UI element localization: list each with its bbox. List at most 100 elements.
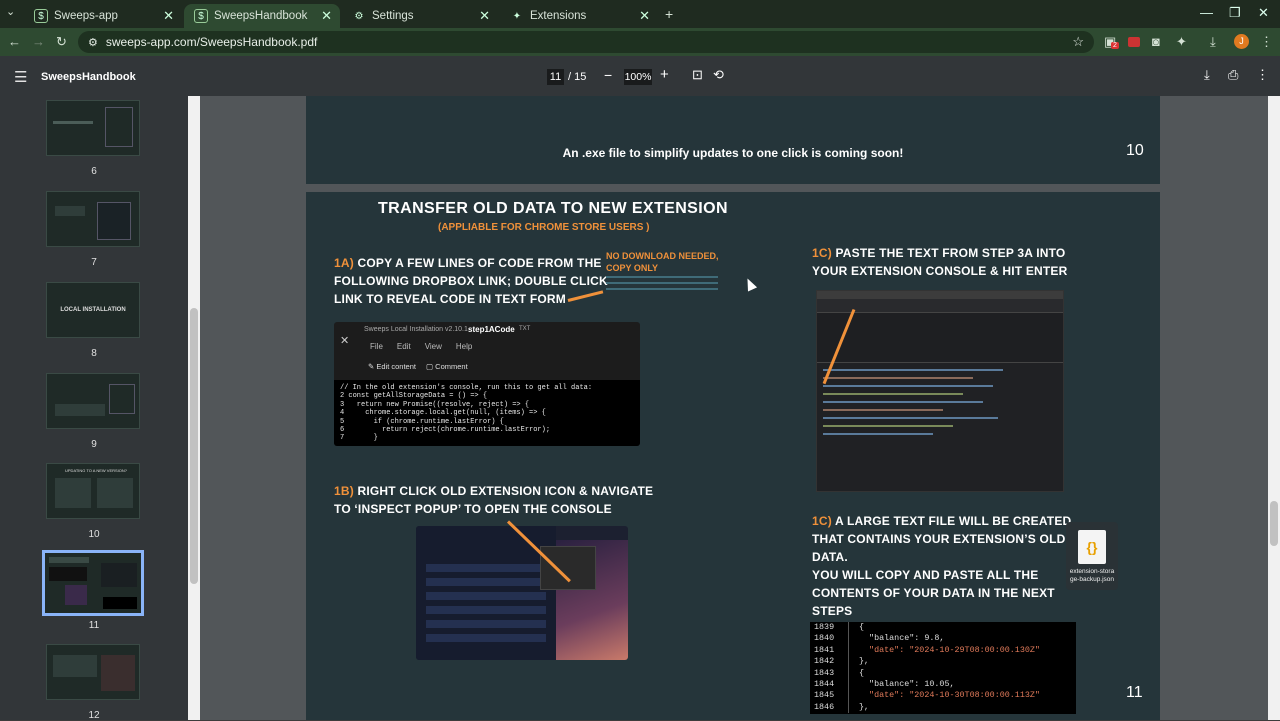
- dropbox-link[interactable]: [606, 272, 718, 298]
- line-number: 1846: [814, 701, 835, 712]
- code-line: 7 }: [340, 434, 378, 443]
- puzzle-icon: ✦: [512, 10, 522, 22]
- maximize-icon[interactable]: ❐: [1229, 5, 1241, 21]
- browser-toolbar: ← → ↻ ⚙ sweeps-app.com/SweepsHandbook.pd…: [0, 28, 1280, 56]
- close-window-icon[interactable]: ✕: [1258, 5, 1269, 21]
- hamburger-menu-icon[interactable]: ☰: [14, 68, 27, 86]
- menu-kebab-icon[interactable]: ⋮: [1260, 34, 1273, 50]
- profile-avatar[interactable]: J: [1234, 34, 1249, 49]
- zoom-input[interactable]: 100%: [624, 69, 652, 85]
- popup-row: [426, 592, 546, 600]
- site-info-icon[interactable]: ⚙: [88, 36, 98, 49]
- thumb-graphic: [55, 404, 105, 416]
- page-total: / 15: [568, 71, 587, 83]
- close-icon: ✕: [340, 335, 350, 347]
- step-line-text: A LARGE TEXT FILE WILL BE CREATED: [831, 514, 1072, 528]
- tab-search-icon[interactable]: ⌄: [6, 5, 15, 18]
- zoom-in-icon[interactable]: +: [660, 66, 669, 83]
- thumb-graphic: [65, 585, 87, 605]
- tab-sweepshandbook[interactable]: $ SweepsHandbook ✕: [184, 4, 340, 28]
- code-line-graphic: [823, 425, 953, 427]
- line-content: "balance": 9.8,: [848, 633, 944, 645]
- close-tab-icon[interactable]: ✕: [321, 8, 332, 24]
- thumb-graphic: [103, 597, 137, 609]
- step-1b-text: 1B) RIGHT CLICK OLD EXTENSION ICON & NAV…: [334, 482, 653, 518]
- sidebar-scrollbar[interactable]: [188, 96, 200, 720]
- record-extension-icon[interactable]: [1128, 37, 1140, 47]
- step-line: FOLLOWING DROPBOX LINK; DOUBLE CLICK: [334, 274, 608, 288]
- pdf-viewer: An .exe file to simplify updates to one …: [200, 96, 1268, 720]
- link-line: [606, 276, 718, 278]
- page-number-input[interactable]: 11: [547, 69, 564, 85]
- thumbnail-page-10[interactable]: UPDATING TO A NEW VERSION?: [46, 463, 140, 519]
- step-1c-text: 1C) PASTE THE TEXT FROM STEP 3A INTO YOU…: [812, 244, 1068, 280]
- popup-row: [426, 606, 546, 614]
- step-line: THAT CONTAINS YOUR EXTENSION’S OLD: [812, 532, 1066, 546]
- tab-settings[interactable]: ⚙ Settings ✕: [342, 4, 498, 28]
- json-line: 1844 "balance": 10.05,: [810, 679, 1076, 691]
- new-tab-icon[interactable]: +: [665, 6, 673, 22]
- thumbnail-page-6[interactable]: [46, 100, 140, 156]
- thumbnail-label: 10: [88, 529, 100, 540]
- thumbnail-page-9[interactable]: [46, 373, 140, 429]
- close-tab-icon[interactable]: ✕: [479, 8, 490, 24]
- rotate-icon[interactable]: ⟲: [713, 67, 724, 83]
- close-tab-icon[interactable]: ✕: [639, 8, 650, 24]
- sidebar-scroll-thumb[interactable]: [190, 308, 198, 584]
- print-icon[interactable]: ⎙: [1228, 67, 1238, 83]
- minimize-icon[interactable]: —: [1200, 5, 1213, 20]
- json-line: 1839 {: [810, 622, 1076, 634]
- thumbnail-page-8[interactable]: LOCAL INSTALLATION: [46, 282, 140, 338]
- step-line: STEPS: [812, 604, 853, 618]
- step-line: 1C) PASTE THE TEXT FROM STEP 3A INTO: [812, 244, 1068, 262]
- address-bar[interactable]: ⚙ sweeps-app.com/SweepsHandbook.pdf ☆: [78, 31, 1094, 53]
- step-line: CONTENTS OF YOUR DATA IN THE NEXT: [812, 586, 1055, 600]
- reload-icon[interactable]: ↻: [56, 34, 67, 50]
- step-line: 1C) A LARGE TEXT FILE WILL BE CREATED: [812, 512, 1071, 530]
- json-line: 1845 "date": "2024-10-30T08:00:00.113Z": [810, 690, 1076, 702]
- thumbnail-page-11-selected[interactable]: [42, 550, 144, 616]
- viewer-scrollbar[interactable]: [1268, 96, 1280, 720]
- step-1a-text: 1A) COPY A FEW LINES OF CODE FROM THE FO…: [334, 254, 608, 308]
- step-line: YOU WILL COPY AND PASTE ALL THE: [812, 568, 1039, 582]
- tab-title: Extensions: [530, 10, 587, 22]
- step-line: TO ‘INSPECT POPUP’ TO OPEN THE CONSOLE: [334, 502, 612, 516]
- json-line: 1843 {: [810, 667, 1076, 680]
- download-pdf-icon[interactable]: ⤓: [1204, 67, 1210, 83]
- forward-icon[interactable]: →: [32, 34, 45, 49]
- viewer-scroll-thumb[interactable]: [1270, 501, 1278, 546]
- tab-sweeps-app[interactable]: $ Sweeps-app ✕: [24, 4, 182, 28]
- thumb-graphic: [101, 655, 135, 691]
- back-icon[interactable]: ←: [8, 34, 21, 49]
- code-line-graphic: [823, 433, 933, 435]
- thumbnail-page-7[interactable]: [46, 191, 140, 247]
- line-content: {: [848, 667, 864, 680]
- extension-icon[interactable]: ◙: [1152, 34, 1160, 49]
- thumbnail-page-12[interactable]: [46, 644, 140, 700]
- no-download-note: NO DOWNLOAD NEEDED, COPY ONLY: [606, 250, 719, 274]
- download-icon[interactable]: ⤓: [1210, 34, 1216, 50]
- sweeps-favicon: $: [34, 9, 48, 23]
- note-line: NO DOWNLOAD NEEDED,: [606, 251, 719, 261]
- bookmark-star-icon[interactable]: ☆: [1072, 34, 1084, 50]
- thumbnail-label: 7: [91, 257, 97, 268]
- sweeps-favicon: $: [194, 9, 208, 23]
- tab-extensions[interactable]: ✦ Extensions ✕: [500, 4, 658, 28]
- close-tab-icon[interactable]: ✕: [163, 8, 174, 24]
- extensions-puzzle-icon[interactable]: ✦: [1176, 34, 1187, 50]
- zoom-out-icon[interactable]: −: [604, 67, 612, 83]
- edit-content-label: Edit content: [376, 362, 416, 371]
- dropbox-menu: File Edit View Help: [370, 342, 472, 351]
- fit-page-icon[interactable]: ⊡: [692, 67, 703, 83]
- line-number: 1843: [814, 667, 835, 678]
- popup-row: [426, 620, 546, 628]
- context-menu-graphic: [540, 546, 596, 590]
- code-line: 6 return reject(chrome.runtime.lastError…: [340, 426, 551, 435]
- step-line-text: COPY A FEW LINES OF CODE FROM THE: [353, 256, 602, 270]
- thumb-graphic: [55, 478, 91, 508]
- pdf-more-icon[interactable]: ⋮: [1256, 67, 1269, 83]
- json-line: 1841 "date": "2024-10-29T08:00:00.130Z": [810, 644, 1076, 657]
- code-line: 2 const getAllStorageData = () => {: [340, 392, 488, 401]
- url-text: sweeps-app.com/SweepsHandbook.pdf: [105, 35, 318, 49]
- code-line-graphic: [823, 417, 998, 419]
